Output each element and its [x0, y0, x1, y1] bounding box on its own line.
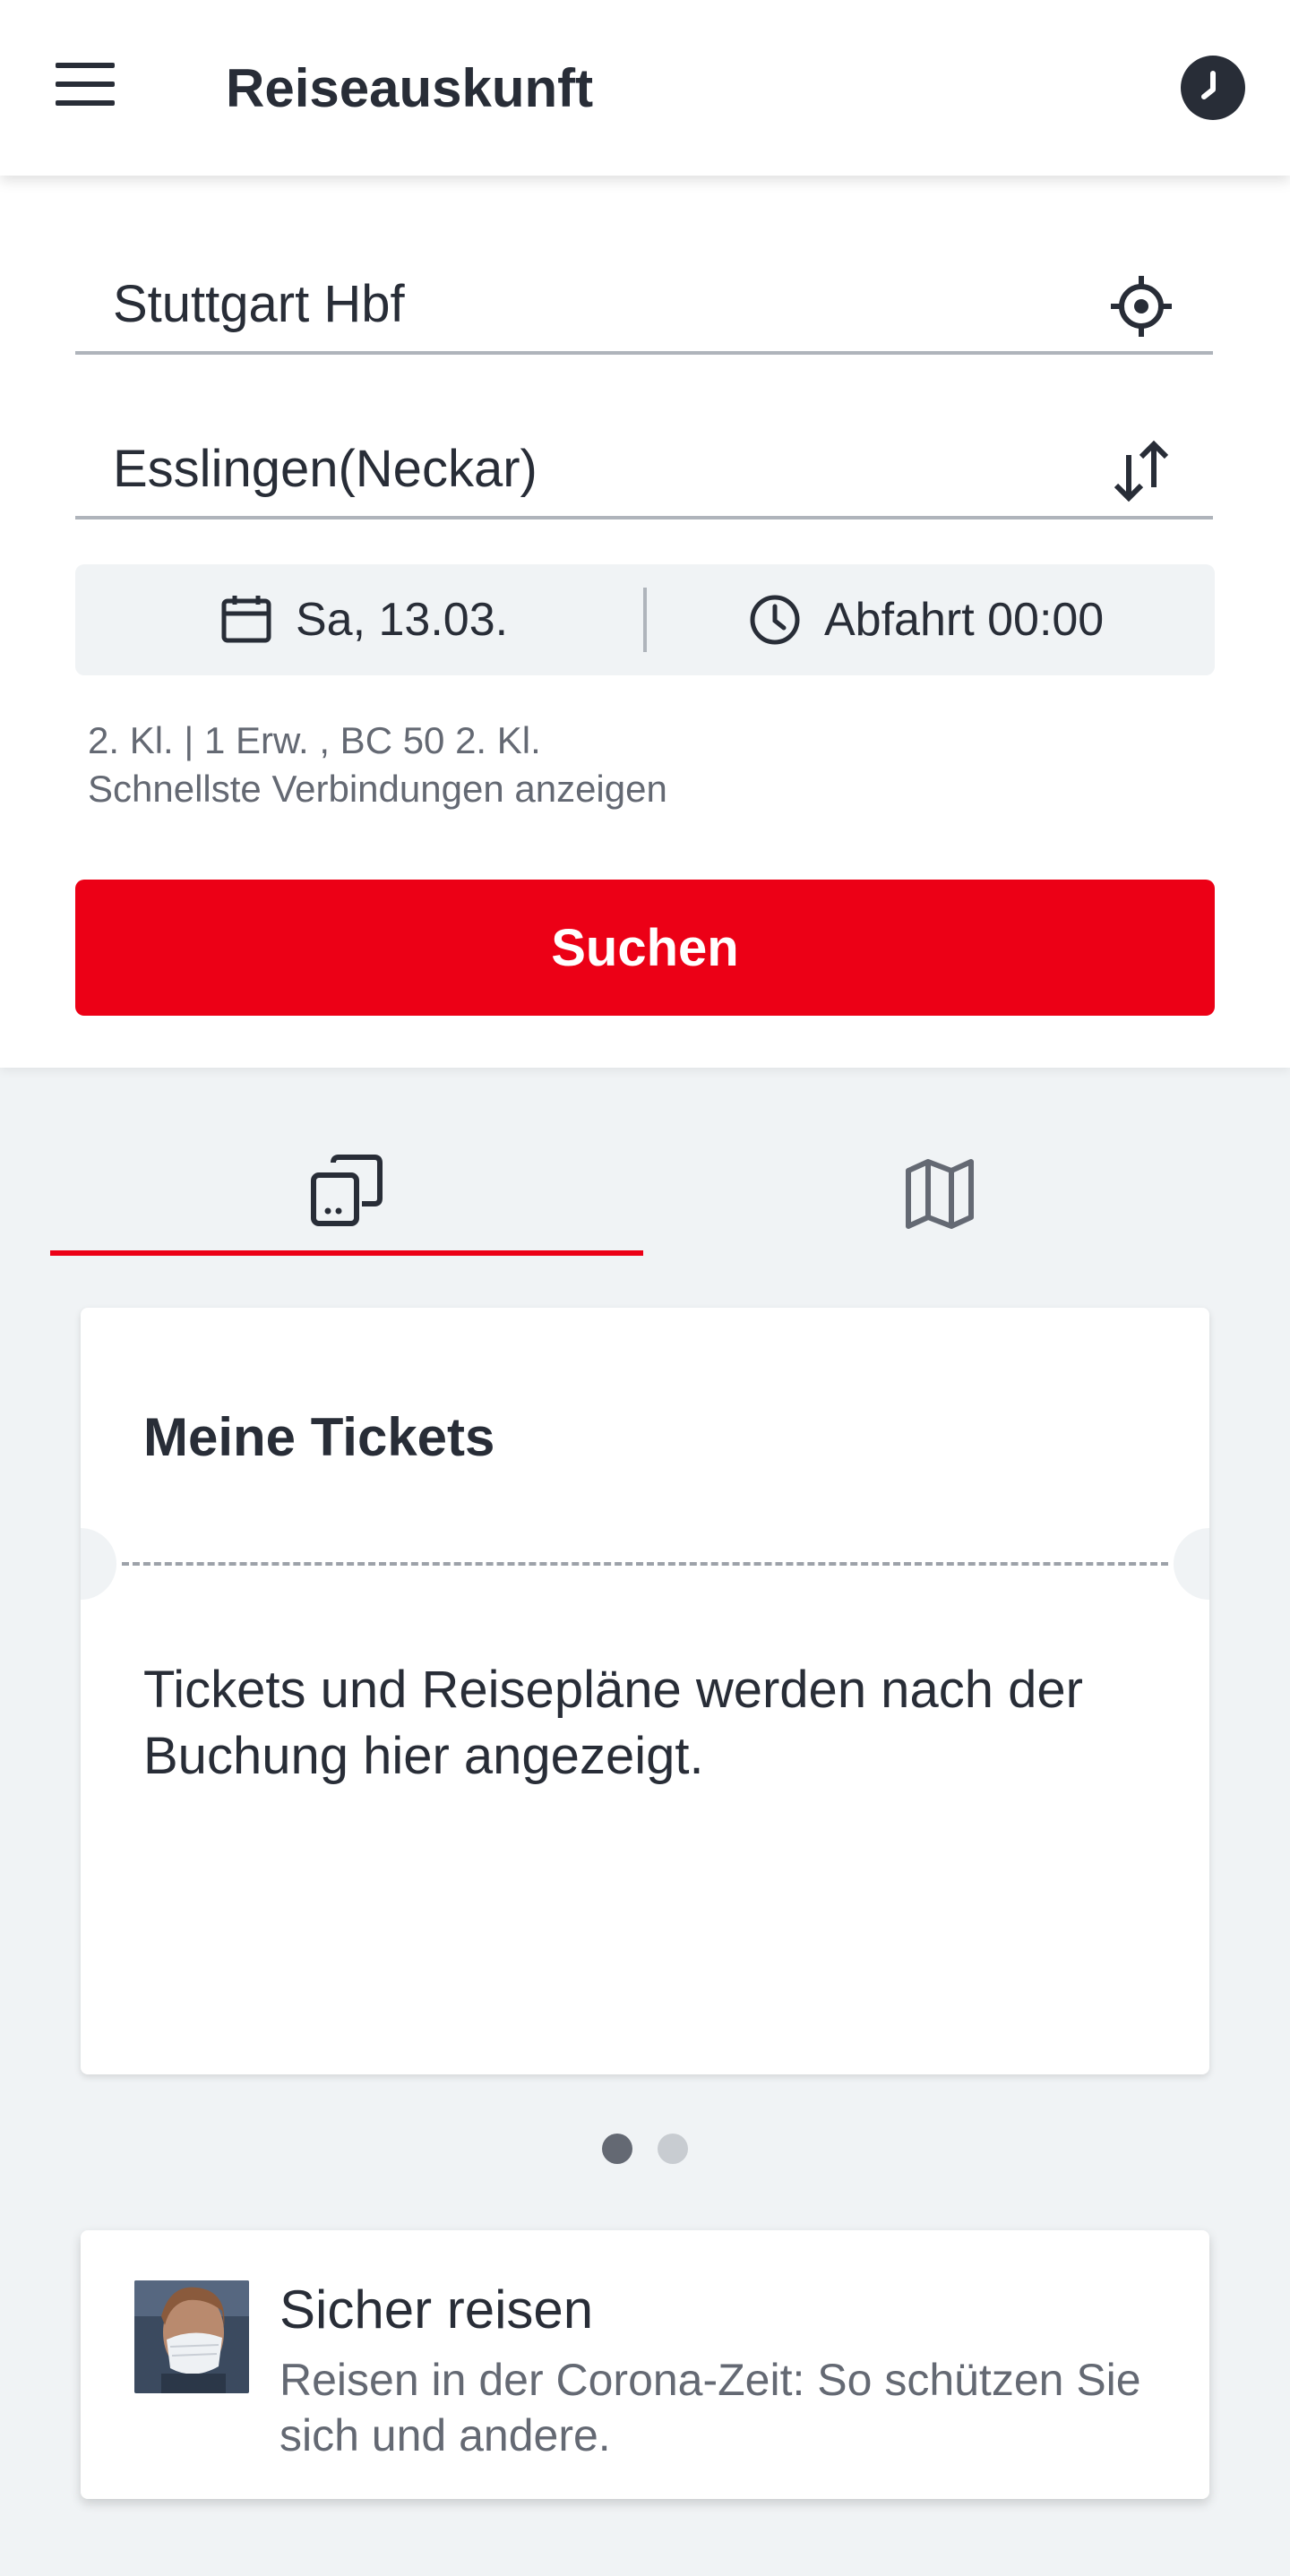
map-icon: [906, 1159, 974, 1229]
time-picker[interactable]: Abfahrt 00:00: [747, 564, 1104, 675]
origin-value: Stuttgart Hbf: [113, 275, 405, 333]
news-title: Sicher reisen: [280, 2280, 594, 2340]
tickets-icon: [311, 1155, 383, 1226]
options-class-passengers: 2. Kl. | 1 Erw. , BC 50 2. Kl.: [88, 719, 541, 761]
search-button[interactable]: Suchen: [75, 880, 1215, 1016]
destination-value: Esslingen(Neckar): [113, 440, 538, 498]
hamburger-menu-icon[interactable]: [56, 63, 118, 111]
news-description: Reisen in der Corona-Zeit: So schützen S…: [280, 2355, 1141, 2460]
crosshair-location-icon[interactable]: [1105, 270, 1177, 342]
news-card[interactable]: Sicher reisen Reisen in der Corona-Zeit:…: [81, 2230, 1209, 2499]
time-value: Abfahrt 00:00: [824, 594, 1105, 646]
date-time-selector: Sa, 13.03. Abfahrt 00:00: [75, 564, 1215, 675]
news-thumbnail: [134, 2280, 249, 2393]
page-title: Reiseauskunft: [226, 58, 594, 118]
pager-dots: [602, 2134, 688, 2164]
travel-options[interactable]: 2. Kl. | 1 Erw. , BC 50 2. Kl. Schnellst…: [88, 717, 667, 813]
my-tickets-card[interactable]: Meine Tickets Tickets und Reisepläne wer…: [81, 1308, 1209, 2074]
ticket-notch-right: [1174, 1528, 1209, 1600]
tab-map[interactable]: [643, 1130, 1236, 1256]
app-header: Reiseauskunft: [0, 0, 1290, 176]
tab-tickets[interactable]: [50, 1130, 643, 1256]
destination-field[interactable]: Esslingen(Neckar): [75, 412, 1213, 519]
pager-dot-active[interactable]: [602, 2134, 632, 2164]
clock-icon: [747, 592, 803, 648]
date-value: Sa, 13.03.: [296, 594, 509, 646]
pager-dot[interactable]: [658, 2134, 688, 2164]
tickets-empty-text: Tickets und Reisepläne werden nach der B…: [143, 1661, 1083, 1785]
date-picker[interactable]: Sa, 13.03.: [219, 564, 508, 675]
tickets-heading: Meine Tickets: [143, 1407, 495, 1467]
swap-arrows-icon[interactable]: [1105, 435, 1177, 507]
options-fastest: Schnellste Verbindungen anzeigen: [88, 768, 667, 810]
calendar-icon: [219, 592, 274, 648]
divider: [643, 588, 647, 652]
clock-history-icon[interactable]: [1181, 56, 1245, 120]
origin-field[interactable]: Stuttgart Hbf: [75, 247, 1213, 355]
ticket-notch-left: [81, 1528, 116, 1600]
search-panel: Stuttgart Hbf Esslingen(Neckar) Sa, 13.0…: [0, 176, 1290, 1068]
ticket-divider: [122, 1562, 1168, 1566]
